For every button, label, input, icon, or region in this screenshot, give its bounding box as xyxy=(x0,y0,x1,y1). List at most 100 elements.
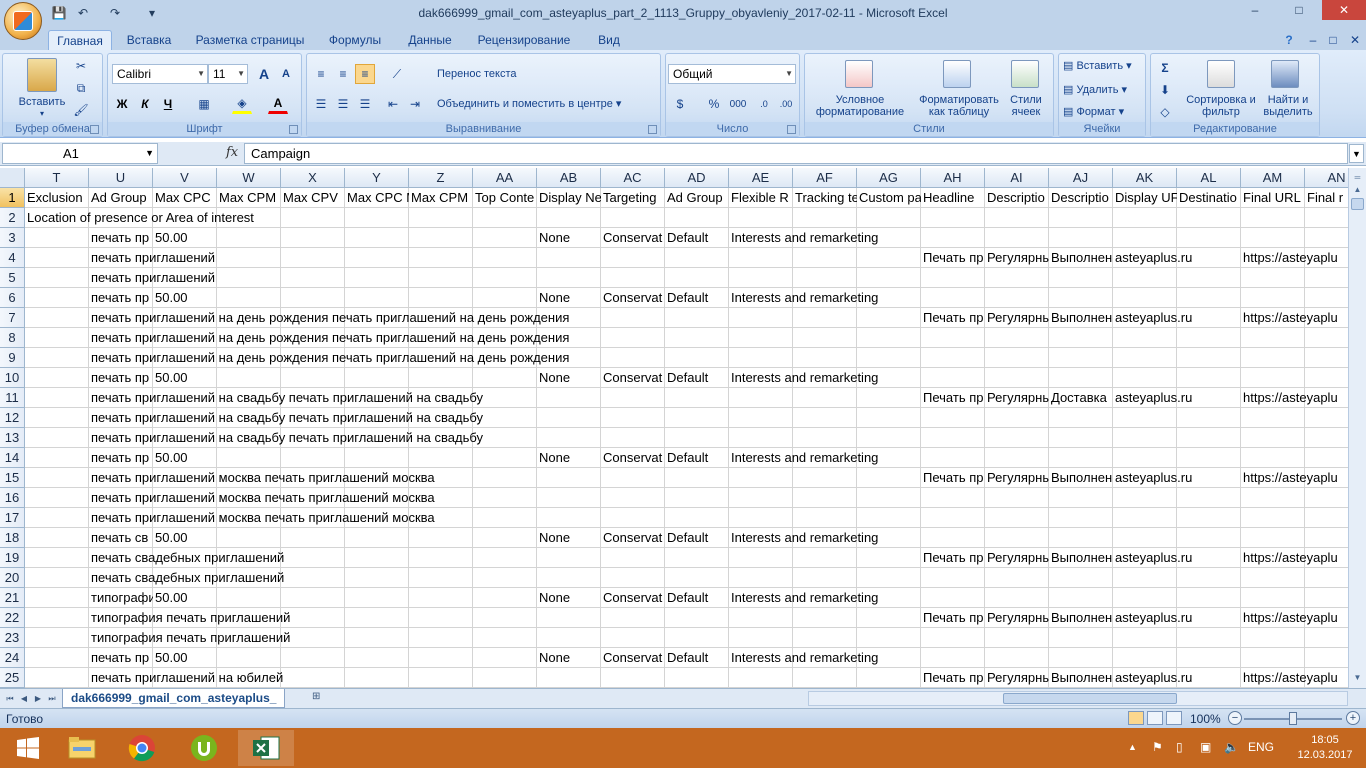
table-cell[interactable]: Default xyxy=(665,588,729,608)
paste-button[interactable]: Вставить xyxy=(9,96,75,108)
table-cell[interactable]: Выполнен xyxy=(1049,308,1113,328)
table-cell[interactable]: Conservat xyxy=(601,448,665,468)
table-cell[interactable]: Ad Group xyxy=(665,188,729,208)
align-center-icon[interactable]: ☰ xyxy=(333,94,353,114)
table-cell[interactable]: asteyaplus.ru xyxy=(1113,468,1241,488)
table-cell[interactable]: Печать пр xyxy=(921,608,985,628)
row-header[interactable]: 12 xyxy=(0,408,25,428)
clock[interactable]: 18:05 12.03.2017 xyxy=(1296,733,1354,763)
table-cell[interactable]: Печать пр xyxy=(921,468,985,488)
cell-styles-button[interactable]: Стили ячеек xyxy=(1001,94,1051,118)
table-cell[interactable]: https://asteyaplu xyxy=(1241,608,1348,628)
column-header[interactable]: AB xyxy=(537,168,601,188)
row-header[interactable]: 16 xyxy=(0,488,25,508)
insert-cells-button[interactable]: ▤ Вставить ▾ xyxy=(1063,60,1145,72)
flag-icon[interactable]: ⚑ xyxy=(1152,740,1163,754)
table-cell[interactable]: 50.00 xyxy=(153,528,537,548)
column-header[interactable]: T xyxy=(25,168,89,188)
grow-font-button[interactable]: A xyxy=(254,64,274,84)
row-header[interactable]: 17 xyxy=(0,508,25,528)
paste-dropdown-icon[interactable]: ▾ xyxy=(25,108,59,120)
ribbon-minimize-icon[interactable]: – xyxy=(1304,30,1322,50)
row-header[interactable]: 20 xyxy=(0,568,25,588)
table-cell[interactable]: Default xyxy=(665,228,729,248)
table-cell[interactable]: None xyxy=(537,368,601,388)
column-header[interactable]: AF xyxy=(793,168,857,188)
table-cell[interactable]: Headline xyxy=(921,188,985,208)
row-header[interactable]: 4 xyxy=(0,248,25,268)
row-header[interactable]: 7 xyxy=(0,308,25,328)
tab-formulas[interactable]: Формулы xyxy=(322,30,388,50)
table-cell[interactable]: Display UF xyxy=(1113,188,1177,208)
table-cell[interactable]: печать приглашений на свадьбу печать при… xyxy=(89,388,921,408)
table-cell[interactable]: печать приглашений на день рождения печа… xyxy=(89,308,921,328)
row-header[interactable]: 18 xyxy=(0,528,25,548)
table-cell[interactable]: типографи xyxy=(89,588,153,608)
table-cell[interactable]: Default xyxy=(665,288,729,308)
table-cell[interactable]: https://asteyaplu xyxy=(1241,548,1348,568)
table-cell[interactable]: Max CPV xyxy=(281,188,345,208)
table-cell[interactable]: asteyaplus.ru xyxy=(1113,548,1241,568)
utorrent-taskbar-button[interactable] xyxy=(176,730,232,766)
table-cell[interactable]: Conservat xyxy=(601,588,665,608)
scroll-up-icon[interactable]: ▲ xyxy=(1350,182,1365,197)
row-header[interactable]: 6 xyxy=(0,288,25,308)
number-format-select[interactable]: Общий ▼ xyxy=(668,64,796,84)
zoom-out-button[interactable]: − xyxy=(1228,711,1242,725)
paste-icon[interactable] xyxy=(27,58,57,92)
ribbon-restore-icon[interactable]: □ xyxy=(1324,30,1342,50)
input-language[interactable]: ENG xyxy=(1248,740,1274,754)
insert-sheet-icon[interactable]: ⊞ xyxy=(312,691,330,705)
table-cell[interactable]: None xyxy=(537,588,601,608)
table-cell[interactable]: Доставка xyxy=(1049,388,1113,408)
table-cell[interactable]: Выполнен xyxy=(1049,468,1113,488)
tab-review[interactable]: Рецензирование xyxy=(470,30,578,50)
orientation-icon[interactable]: ⟋ xyxy=(387,64,407,84)
table-cell[interactable]: Регулярны xyxy=(985,668,1049,688)
table-cell[interactable]: печать пр xyxy=(89,228,153,248)
table-cell[interactable]: https://asteyaplu xyxy=(1241,308,1348,328)
increase-indent-icon[interactable]: ⇥ xyxy=(405,94,425,114)
fill-icon[interactable]: ⬇ xyxy=(1155,80,1175,100)
table-cell[interactable]: Top Conte xyxy=(473,188,537,208)
table-cell[interactable]: печать приглашений на день рождения печа… xyxy=(89,348,1348,368)
insert-function-button[interactable]: fx xyxy=(226,145,238,160)
row-header[interactable]: 14 xyxy=(0,448,25,468)
column-header[interactable]: X xyxy=(281,168,345,188)
minimize-button[interactable]: – xyxy=(1240,0,1270,20)
sort-filter-button[interactable]: Сортировка и фильтр xyxy=(1185,94,1257,118)
table-cell[interactable]: Регулярны xyxy=(985,248,1049,268)
delete-cells-button[interactable]: ▤ Удалить ▾ xyxy=(1063,84,1145,96)
decrease-indent-icon[interactable]: ⇤ xyxy=(383,94,403,114)
table-cell[interactable]: Печать пр xyxy=(921,548,985,568)
format-painter-icon[interactable]: 🖌 xyxy=(71,100,91,120)
table-cell[interactable]: Tracking te xyxy=(793,188,857,208)
column-header[interactable]: Y xyxy=(345,168,409,188)
table-cell[interactable]: Регулярны xyxy=(985,548,1049,568)
table-cell[interactable]: Display Ne xyxy=(537,188,601,208)
table-cell[interactable]: Max CPC M xyxy=(345,188,409,208)
table-cell[interactable]: https://asteyaplu xyxy=(1241,248,1348,268)
volume-icon[interactable]: 🔈 xyxy=(1224,740,1239,754)
increase-decimal-icon[interactable]: .0 xyxy=(754,94,774,114)
thousands-button[interactable]: 000 xyxy=(726,94,750,114)
table-cell[interactable]: 50.00 xyxy=(153,448,537,468)
horizontal-scrollbar[interactable] xyxy=(808,691,1348,706)
copy-icon[interactable]: ⧉ xyxy=(71,78,91,98)
table-cell[interactable]: печать приглашений на день рождения печа… xyxy=(89,328,1348,348)
table-cell[interactable]: Targeting xyxy=(601,188,665,208)
table-cell[interactable]: Conservat xyxy=(601,368,665,388)
table-cell[interactable]: Регулярны xyxy=(985,608,1049,628)
table-cell[interactable]: Выполнен xyxy=(1049,248,1113,268)
column-header[interactable]: AD xyxy=(665,168,729,188)
table-cell[interactable]: печать приглашений xyxy=(89,268,1348,288)
network-icon[interactable]: ▣ xyxy=(1200,740,1211,754)
column-header[interactable]: U xyxy=(89,168,153,188)
column-header[interactable]: AL xyxy=(1177,168,1241,188)
font-color-icon[interactable]: A xyxy=(268,94,288,114)
table-cell[interactable]: asteyaplus.ru xyxy=(1113,608,1241,628)
row-header[interactable]: 19 xyxy=(0,548,25,568)
tab-home[interactable]: Главная xyxy=(48,30,112,50)
table-cell[interactable]: Interests and remarketing xyxy=(729,588,1348,608)
table-cell[interactable]: Регулярны xyxy=(985,308,1049,328)
